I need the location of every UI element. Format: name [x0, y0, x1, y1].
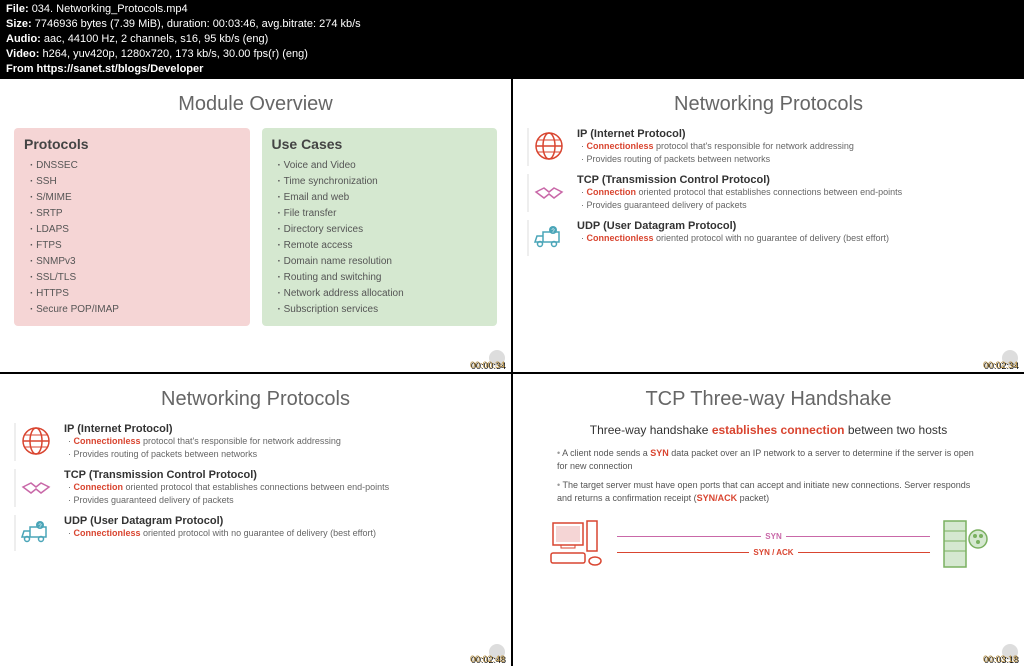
protocol-tcp: TCP (Transmission Control Protocol) Conn…: [527, 174, 1010, 212]
list-item: Domain name resolution: [278, 254, 488, 270]
video-value: h264, yuv420p, 1280x720, 173 kb/s, 30.00…: [42, 48, 307, 60]
list-item: DNSSEC: [30, 158, 240, 174]
slide-tcp-handshake: TCP Three-way Handshake Three-way handsh…: [513, 374, 1024, 666]
slide-title: Networking Protocols: [527, 93, 1010, 116]
list-item: Subscription services: [278, 302, 488, 318]
protocol-tcp: TCP (Transmission Control Protocol) Conn…: [14, 469, 497, 507]
truck-icon: ?: [18, 515, 54, 551]
timestamp: 00:03:18: [983, 654, 1018, 664]
list-item: SSL/TLS: [30, 270, 240, 286]
file-label: File:: [6, 3, 29, 15]
audio-label: Audio:: [6, 33, 41, 45]
protocol-ip: IP (Internet Protocol) Connectionless pr…: [527, 128, 1010, 166]
audio-value: aac, 44100 Hz, 2 channels, s16, 95 kb/s …: [44, 33, 268, 45]
point: The target server must have open ports t…: [557, 479, 980, 505]
protocol-point: Connectionless oriented protocol with no…: [68, 527, 497, 540]
list-item: Time synchronization: [278, 174, 488, 190]
protocol-udp: ? UDP (User Datagram Protocol) Connectio…: [527, 220, 1010, 256]
thumbnail-grid: Module Overview Protocols DNSSEC SSH S/M…: [0, 79, 1024, 666]
slide-networking-protocols-2: Networking Protocols IP (Internet Protoc…: [0, 374, 511, 666]
handshake-diagram: SYN SYN / ACK: [527, 517, 1010, 572]
slide-title: Module Overview: [14, 93, 497, 116]
protocols-list: DNSSEC SSH S/MIME SRTP LDAPS FTPS SNMPv3…: [24, 158, 240, 318]
protocol-name: UDP (User Datagram Protocol): [64, 515, 497, 527]
list-item: Network address allocation: [278, 286, 488, 302]
list-item: SNMPv3: [30, 254, 240, 270]
protocol-point: Provides routing of packets between netw…: [68, 448, 497, 461]
usecases-column: Use Cases Voice and Video Time synchroni…: [262, 128, 498, 326]
protocol-ip: IP (Internet Protocol) Connectionless pr…: [14, 423, 497, 461]
from-value: From https://sanet.st/blogs/Developer: [6, 63, 203, 75]
slide-networking-protocols: Networking Protocols IP (Internet Protoc…: [513, 79, 1024, 372]
handshake-icon: [18, 469, 54, 505]
handshake-icon: [531, 174, 567, 210]
video-label: Video:: [6, 48, 39, 60]
list-item: Email and web: [278, 190, 488, 206]
list-item: Directory services: [278, 222, 488, 238]
protocol-point: Provides guaranteed delivery of packets: [581, 199, 1010, 212]
slide-subtitle: Three-way handshake establishes connecti…: [527, 423, 1010, 437]
protocols-heading: Protocols: [24, 136, 240, 152]
arrows: SYN SYN / ACK: [607, 527, 940, 561]
timestamp: 00:00:34: [470, 360, 505, 370]
protocol-point: Connection oriented protocol that establ…: [68, 481, 497, 494]
protocol-point: Provides guaranteed delivery of packets: [68, 494, 497, 507]
usecases-list: Voice and Video Time synchronization Ema…: [272, 158, 488, 318]
truck-icon: ?: [531, 220, 567, 256]
slide-module-overview: Module Overview Protocols DNSSEC SSH S/M…: [0, 79, 511, 372]
syn-label: SYN: [761, 532, 785, 541]
list-item: LDAPS: [30, 222, 240, 238]
list-item: File transfer: [278, 206, 488, 222]
server-icon: [940, 517, 990, 572]
size-value: 7746936 bytes (7.39 MiB), duration: 00:0…: [35, 18, 361, 30]
list-item: Routing and switching: [278, 270, 488, 286]
list-item: SRTP: [30, 206, 240, 222]
protocol-name: IP (Internet Protocol): [577, 128, 1010, 140]
list-item: SSH: [30, 174, 240, 190]
slide-title: Networking Protocols: [14, 388, 497, 411]
usecases-heading: Use Cases: [272, 136, 488, 152]
protocol-point: Connectionless oriented protocol with no…: [581, 232, 1010, 245]
client-computer-icon: [547, 519, 607, 569]
synack-label: SYN / ACK: [749, 548, 797, 557]
protocol-point: Connectionless protocol that's responsib…: [581, 140, 1010, 153]
point: A client node sends a SYN data packet ov…: [557, 447, 980, 473]
size-label: Size:: [6, 18, 32, 30]
list-item: Voice and Video: [278, 158, 488, 174]
timestamp: 00:02:34: [983, 360, 1018, 370]
protocol-point: Connectionless protocol that's responsib…: [68, 435, 497, 448]
list-item: Secure POP/IMAP: [30, 302, 240, 318]
media-info-header: File: 034. Networking_Protocols.mp4 Size…: [0, 0, 1024, 79]
protocol-name: IP (Internet Protocol): [64, 423, 497, 435]
protocol-name: TCP (Transmission Control Protocol): [64, 469, 497, 481]
slide-title: TCP Three-way Handshake: [527, 388, 1010, 411]
list-item: S/MIME: [30, 190, 240, 206]
protocol-name: UDP (User Datagram Protocol): [577, 220, 1010, 232]
timestamp: 00:02:48: [470, 654, 505, 664]
protocols-column: Protocols DNSSEC SSH S/MIME SRTP LDAPS F…: [14, 128, 250, 326]
protocol-name: TCP (Transmission Control Protocol): [577, 174, 1010, 186]
list-item: FTPS: [30, 238, 240, 254]
list-item: Remote access: [278, 238, 488, 254]
file-value: 034. Networking_Protocols.mp4: [32, 3, 188, 15]
protocol-point: Provides routing of packets between netw…: [581, 153, 1010, 166]
protocol-udp: ? UDP (User Datagram Protocol) Connectio…: [14, 515, 497, 551]
protocol-point: Connection oriented protocol that establ…: [581, 186, 1010, 199]
globe-icon: [531, 128, 567, 164]
globe-icon: [18, 423, 54, 459]
handshake-points: A client node sends a SYN data packet ov…: [527, 447, 1010, 505]
list-item: HTTPS: [30, 286, 240, 302]
